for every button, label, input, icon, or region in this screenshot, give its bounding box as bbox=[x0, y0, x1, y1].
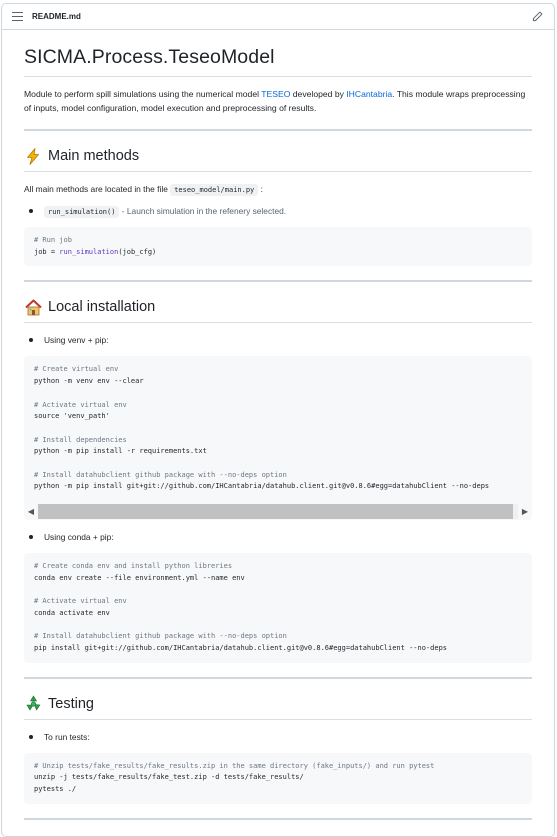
intro-text-1: Module to perform spill simulations usin… bbox=[24, 89, 262, 99]
section-divider bbox=[24, 676, 532, 679]
run-simulation-description: - Launch simulation in the refenery sele… bbox=[119, 206, 287, 216]
file-name: README.md bbox=[32, 12, 81, 21]
list-item: To run tests: bbox=[24, 732, 532, 742]
section-divider bbox=[24, 280, 532, 283]
scrollbar-track[interactable] bbox=[38, 504, 518, 520]
readme-content: SICMA.Process.TeseoModel Module to perfo… bbox=[2, 46, 554, 820]
caret-right-icon[interactable]: ▶ bbox=[518, 503, 532, 520]
horizontal-scrollbar[interactable]: ◀ ▶ bbox=[24, 503, 532, 521]
code-line: python -m venv env --clear bbox=[34, 377, 144, 386]
code-comment: # Activate virtual env bbox=[34, 400, 127, 409]
section-divider bbox=[24, 817, 532, 820]
file-header: README.md bbox=[2, 4, 554, 30]
teseo-link[interactable]: TESEO bbox=[261, 89, 290, 99]
scrollbar-thumb[interactable] bbox=[38, 504, 514, 520]
main-methods-paragraph: All main methods are located in the file… bbox=[24, 184, 532, 196]
main-file-code: teseo_model/main.py bbox=[170, 184, 259, 196]
code-line: unzip -j tests/fake_results/fake_test.zi… bbox=[34, 773, 304, 782]
run-simulation-code: run_simulation() bbox=[44, 206, 120, 218]
conda-code-block: # Create conda env and install python li… bbox=[24, 553, 532, 663]
code-comment: # Install dependencies bbox=[34, 435, 127, 444]
code-function: run_simulation bbox=[59, 247, 119, 256]
intro-paragraph: Module to perform spill simulations usin… bbox=[24, 87, 532, 115]
testing-code-block: # Unzip tests/fake_results/fake_results.… bbox=[24, 752, 532, 804]
main-methods-list: run_simulation() - Launch simulation in … bbox=[24, 206, 532, 218]
section-divider bbox=[24, 129, 532, 131]
code-comment: # Run job bbox=[34, 236, 72, 244]
code-line: python -m pip install -r requirements.tx… bbox=[34, 447, 207, 456]
ihcantabria-link[interactable]: IHCantabria bbox=[346, 89, 392, 99]
house-icon bbox=[24, 298, 42, 316]
code-comment: # Activate virtual env bbox=[34, 597, 127, 606]
code-suffix: (job_cfg) bbox=[118, 247, 157, 256]
local-installation-heading: Local installation bbox=[24, 298, 532, 324]
venv-code-block: # Create virtual env python -m venv env … bbox=[24, 356, 532, 521]
list-item: Using conda + pip: bbox=[24, 532, 532, 542]
conda-list: Using conda + pip: bbox=[24, 532, 532, 542]
code-comment: # Install datahubclient github package w… bbox=[34, 632, 287, 641]
code-line: python -m pip install git+git://github.c… bbox=[34, 482, 490, 491]
code-line: source 'venv_path' bbox=[34, 412, 110, 421]
caret-left-icon[interactable]: ◀ bbox=[24, 503, 38, 520]
testing-heading: Testing bbox=[24, 695, 532, 720]
pencil-icon[interactable] bbox=[530, 10, 544, 24]
list-item: run_simulation() - Launch simulation in … bbox=[24, 206, 532, 218]
zap-icon bbox=[24, 147, 42, 165]
code-comment: # Create conda env and install python li… bbox=[34, 562, 233, 571]
run-job-code-block: # Run job job = run_simulation(job_cfg) bbox=[24, 227, 532, 267]
intro-text-2: developed by bbox=[290, 89, 347, 99]
readme-panel: README.md SICMA.Process.TeseoModel Modul… bbox=[1, 3, 555, 837]
venv-list: Using venv + pip: bbox=[24, 335, 532, 345]
code-comment: # Unzip tests/fake_results/fake_results.… bbox=[34, 761, 435, 770]
main-methods-heading-text: Main methods bbox=[48, 148, 140, 164]
code-line: pip install git+git://github.com/IHCanta… bbox=[34, 644, 448, 653]
main-methods-para-text: All main methods are located in the file bbox=[24, 184, 171, 194]
code-line: conda activate env bbox=[34, 608, 110, 617]
recycle-icon bbox=[24, 695, 42, 713]
main-methods-para-suffix: : bbox=[258, 184, 263, 194]
list-item: Using venv + pip: bbox=[24, 335, 532, 345]
main-methods-heading: Main methods bbox=[24, 147, 532, 172]
venv-code: # Create virtual env python -m venv env … bbox=[24, 356, 532, 503]
local-installation-heading-text: Local installation bbox=[48, 299, 156, 316]
testing-heading-text: Testing bbox=[48, 695, 94, 712]
code-comment: # Create virtual env bbox=[34, 365, 119, 374]
page-title: SICMA.Process.TeseoModel bbox=[24, 46, 532, 77]
code-line: pytests ./ bbox=[34, 785, 77, 794]
code-comment: # Install datahubclient github package w… bbox=[34, 470, 287, 479]
code-line: conda env create --file environment.yml … bbox=[34, 573, 245, 582]
testing-list: To run tests: bbox=[24, 732, 532, 742]
code-prefix: job = bbox=[34, 247, 60, 256]
list-icon[interactable] bbox=[12, 12, 23, 21]
